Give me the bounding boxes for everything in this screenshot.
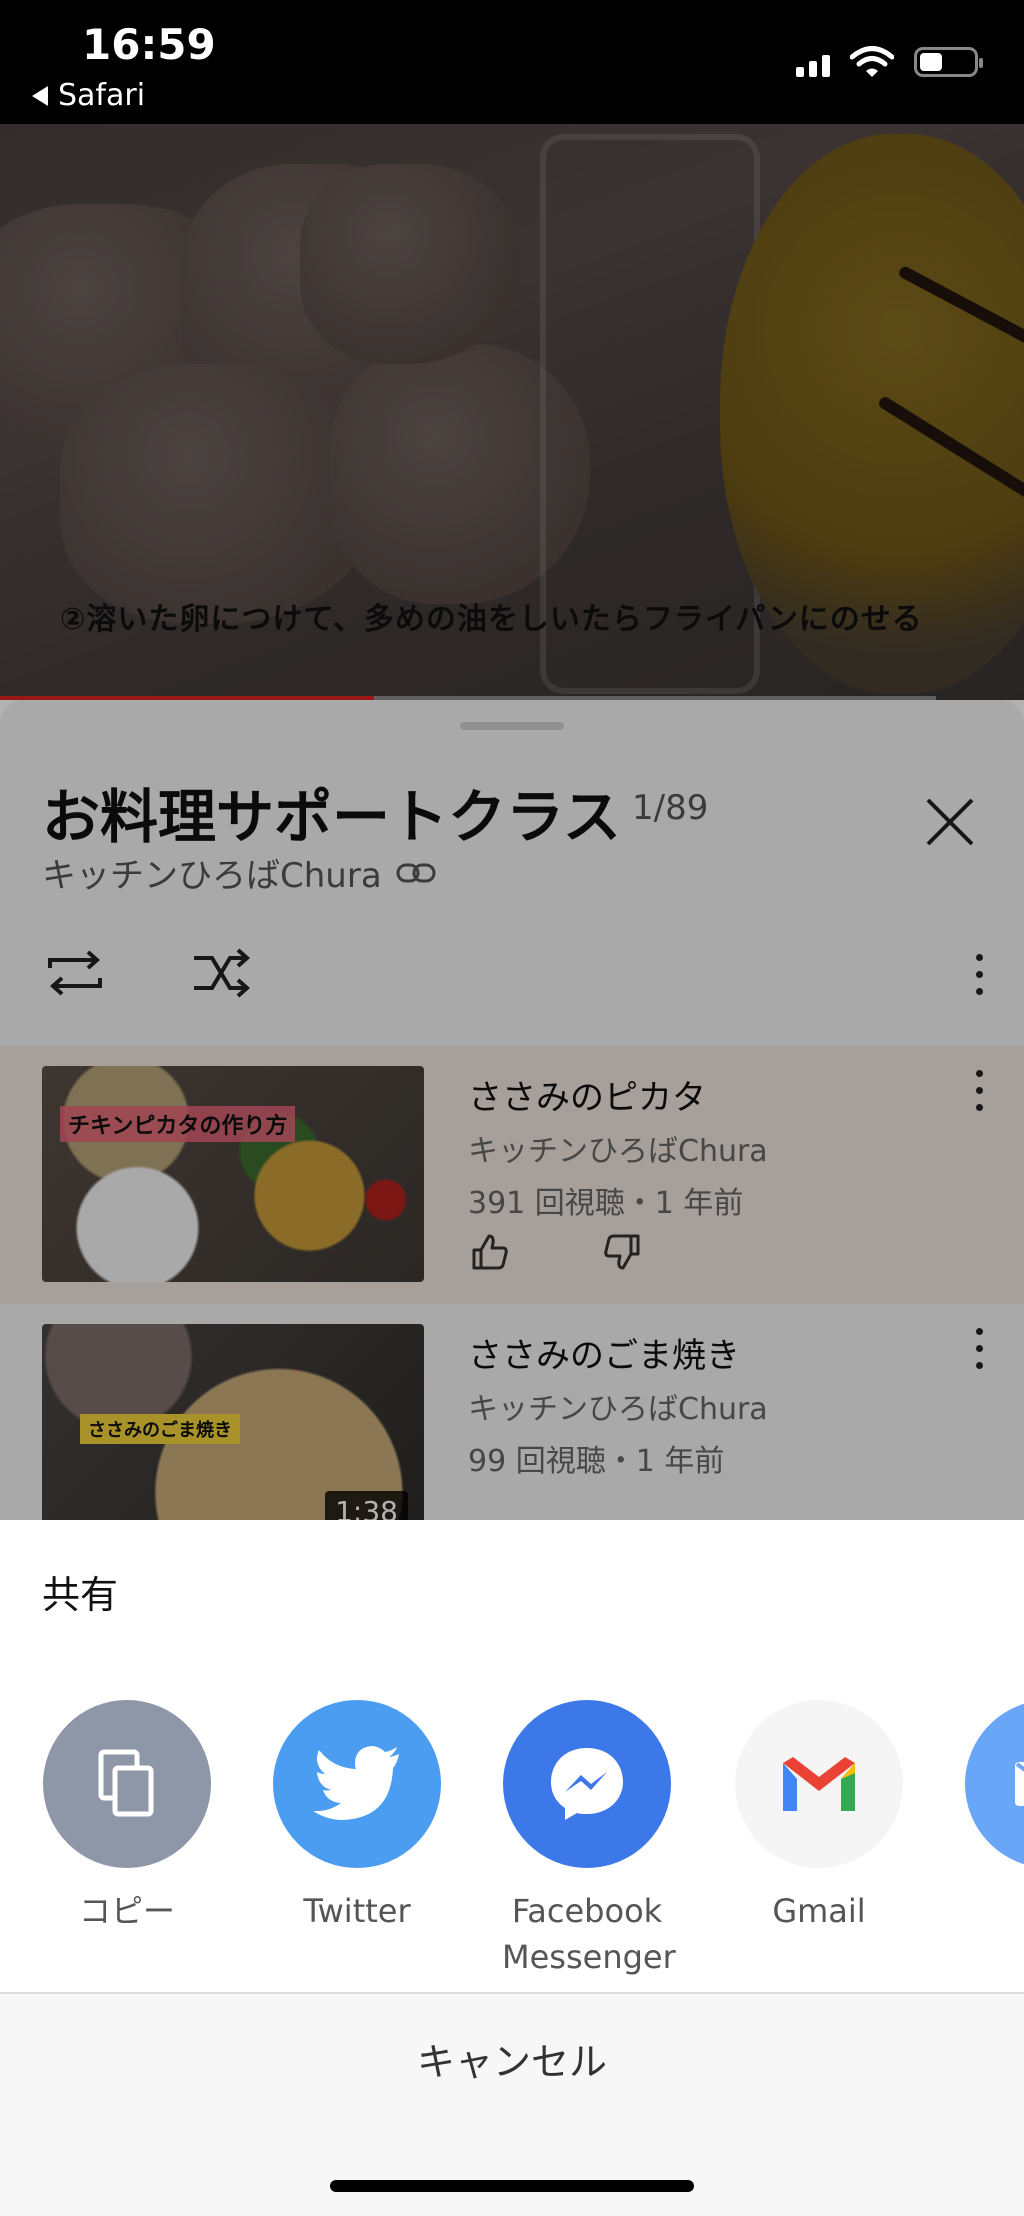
video-thumbnail[interactable]: ささみのごま焼き 1:38 (42, 1324, 424, 1520)
copy-icon (43, 1700, 211, 1868)
playlist-channel-name: キッチンひろばChura (42, 856, 382, 896)
video-meta: 391 回視聴・1 年前 (468, 1186, 744, 1221)
video-caption: ②溶いた卵につけて、多めの油をしいたらフライパンにのせる (60, 602, 923, 637)
playlist-item[interactable]: チキンピカタの作り方 ささみのピカタ キッチンひろばChura 391 回視聴・… (0, 1046, 1024, 1304)
thumbnail-label: ささみのごま焼き (80, 1414, 240, 1444)
video-channel: キッチンひろばChura (468, 1134, 768, 1169)
status-bar: 16:59 Safari (0, 0, 1024, 200)
share-sheet-title: 共有 (42, 1573, 119, 1617)
twitter-bird-icon (273, 1700, 441, 1868)
playlist-panel: お料理サポートクラス 1/89 キッチンひろばChura チキンピカタの作り方 (0, 700, 1024, 1520)
playlist-channel[interactable]: キッチンひろばChura (42, 848, 436, 897)
share-messenger-button[interactable]: Facebook Messenger (502, 1700, 676, 1980)
video-title[interactable]: ささみのピカタ (468, 1070, 706, 1119)
email-icon (965, 1700, 1024, 1868)
thumbnail-label: チキンピカタの作り方 (60, 1106, 296, 1142)
video-title[interactable]: ささみのごま焼き (468, 1328, 740, 1377)
playlist-more-icon[interactable] (964, 944, 994, 1004)
share-label: Twitter (303, 1892, 411, 1930)
back-label: Safari (58, 78, 146, 113)
playlist-title: お料理サポートクラス (42, 783, 621, 851)
thumbs-up-icon[interactable] (470, 1232, 510, 1272)
back-arrow-icon (32, 85, 48, 106)
messenger-icon (503, 1700, 671, 1868)
battery-icon (914, 47, 983, 77)
status-icons (796, 46, 983, 200)
link-icon (396, 863, 436, 882)
back-to-safari-link[interactable]: Safari (32, 78, 145, 113)
share-email-button[interactable]: E (964, 1700, 1024, 1934)
cancel-button[interactable]: キャンセル (0, 1994, 1024, 2122)
share-copy-button[interactable]: コピー (42, 1700, 212, 1934)
video-channel: キッチンひろばChura (468, 1392, 768, 1427)
wifi-icon (850, 46, 894, 77)
share-label: Facebook Messenger (502, 1892, 676, 1976)
cellular-signal-icon (796, 47, 830, 200)
video-duration: 1:38 (325, 1491, 408, 1520)
thumbs-down-icon[interactable] (602, 1232, 642, 1272)
shuffle-icon[interactable] (186, 938, 256, 1008)
share-gmail-button[interactable]: Gmail (734, 1700, 904, 1934)
screen: { "status_bar": { "time": "16:59", "back… (0, 0, 1024, 2216)
home-indicator[interactable] (330, 2180, 694, 2192)
video-meta: 99 回視聴・1 年前 (468, 1444, 725, 1479)
share-sheet: 共有 コピー Twitter Facebook Messenger Gmail … (0, 1520, 1024, 2216)
drag-handle[interactable] (460, 722, 564, 730)
gmail-icon (735, 1700, 903, 1868)
playlist-count: 1/89 (632, 788, 709, 828)
video-player[interactable]: ②溶いた卵につけて、多めの油をしいたらフライパンにのせる (0, 124, 1024, 700)
item-more-icon[interactable] (964, 1318, 994, 1378)
share-label: コピー (78, 1892, 175, 1930)
close-icon[interactable] (918, 790, 982, 854)
share-twitter-button[interactable]: Twitter (272, 1700, 442, 1934)
loop-icon[interactable] (40, 938, 110, 1008)
playlist-item[interactable]: ささみのごま焼き 1:38 ささみのごま焼き キッチンひろばChura 99 回… (0, 1304, 1024, 1520)
item-more-icon[interactable] (964, 1060, 994, 1120)
video-thumbnail[interactable]: チキンピカタの作り方 (42, 1066, 424, 1282)
share-label: Gmail (772, 1892, 866, 1930)
share-label: E (964, 1888, 1024, 1934)
status-time: 16:59 (82, 20, 216, 69)
